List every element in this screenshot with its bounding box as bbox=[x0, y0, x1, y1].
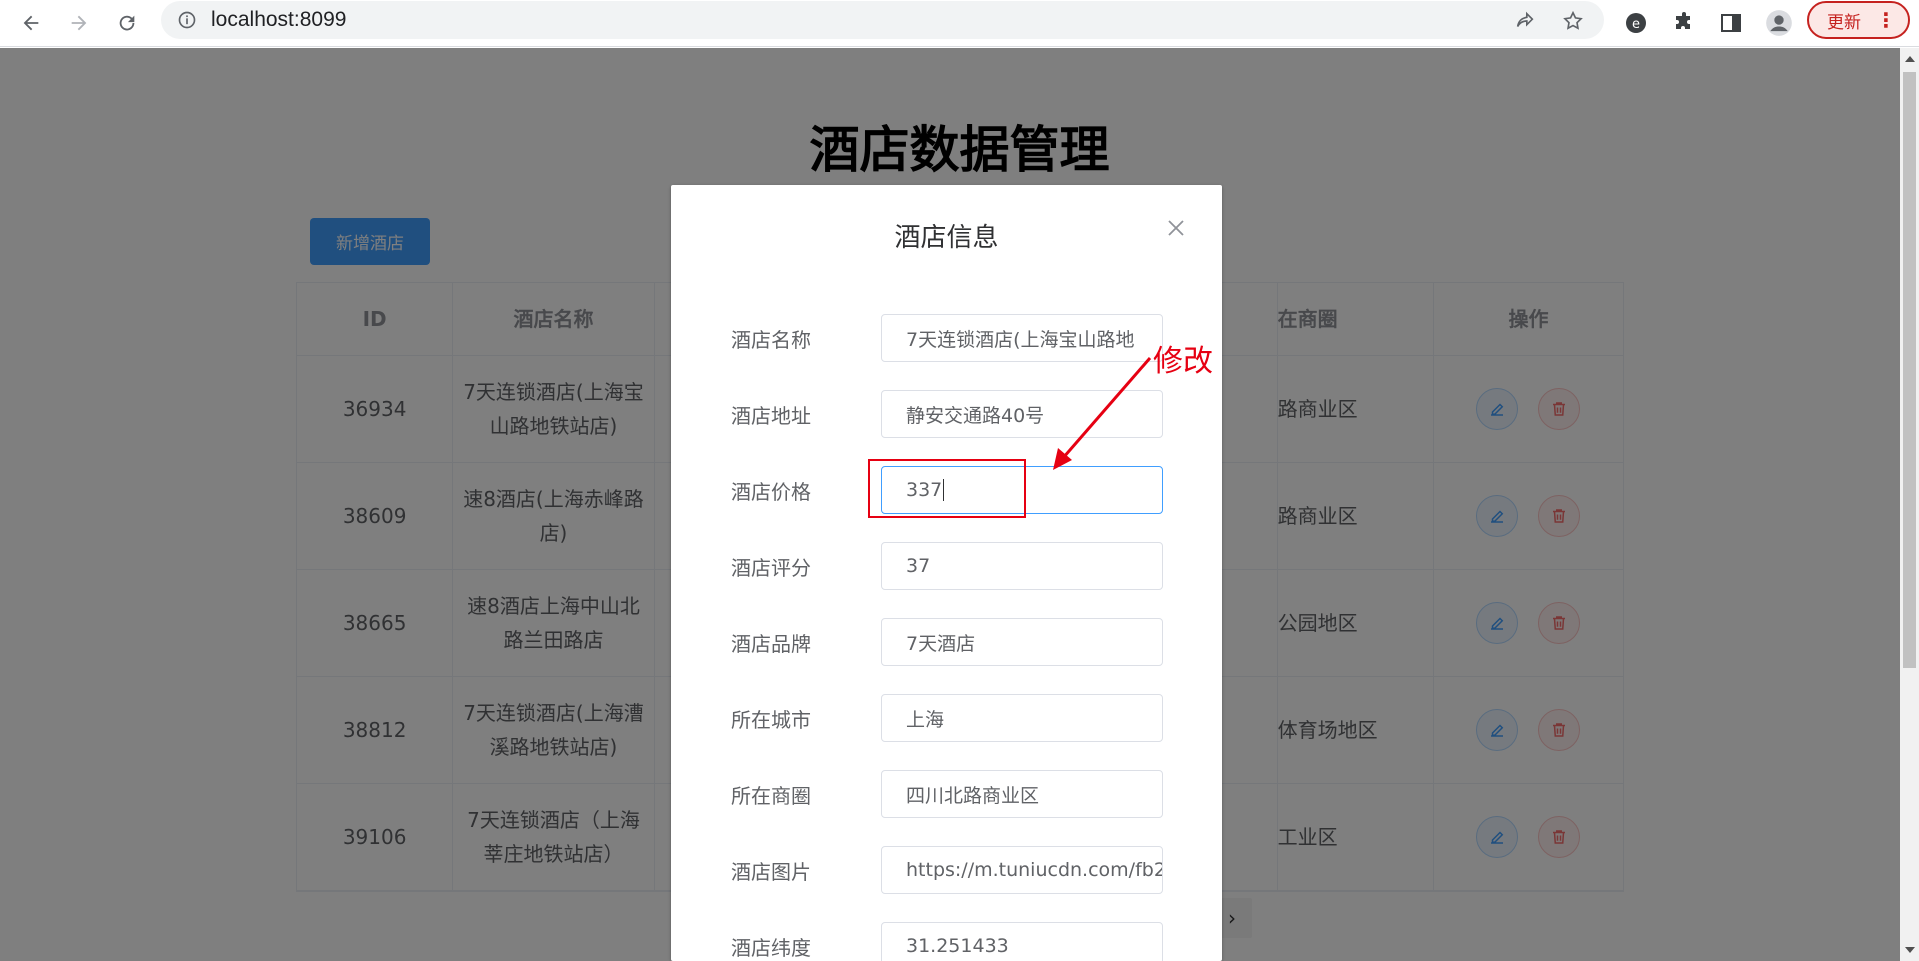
field-label: 酒店纬度 bbox=[731, 936, 811, 960]
page-scrollbar[interactable] bbox=[1900, 48, 1919, 961]
bookmark-star-icon[interactable] bbox=[1559, 7, 1587, 35]
hotel-brand-input[interactable]: 7天酒店 bbox=[881, 618, 1163, 666]
close-icon[interactable] bbox=[1166, 218, 1186, 238]
form-row-brand: 酒店品牌 7天酒店 bbox=[671, 618, 1222, 666]
update-label: 更新 bbox=[1827, 12, 1861, 33]
form-row-latitude: 酒店纬度 31.251433 bbox=[671, 922, 1222, 961]
extensions-puzzle-icon[interactable] bbox=[1667, 6, 1701, 40]
annotation-label: 修改 bbox=[1153, 344, 1213, 379]
scroll-down-icon[interactable] bbox=[1905, 947, 1915, 953]
field-label: 酒店评分 bbox=[731, 556, 811, 580]
dialog-title: 酒店信息 bbox=[894, 223, 999, 253]
url-text: localhost:8099 bbox=[211, 8, 347, 31]
scrollbar-thumb[interactable] bbox=[1903, 72, 1916, 668]
form-row-score: 酒店评分 37 bbox=[671, 542, 1222, 590]
scroll-up-icon[interactable] bbox=[1905, 56, 1915, 62]
menu-dots-icon[interactable]: ⋮ bbox=[1876, 10, 1896, 30]
hotel-info-dialog: 酒店信息 酒店名称 7天连锁酒店(上海宝山路地 酒店地址 静安交通路40号 酒店… bbox=[671, 185, 1222, 961]
annotation-highlight-box bbox=[868, 459, 1026, 518]
site-info-icon[interactable] bbox=[177, 10, 197, 30]
form-row-name: 酒店名称 7天连锁酒店(上海宝山路地 bbox=[671, 314, 1222, 362]
browser-toolbar: localhost:8099 e 更新 ⋮ bbox=[0, 0, 1919, 47]
hotel-city-input[interactable]: 上海 bbox=[881, 694, 1163, 742]
field-label: 酒店价格 bbox=[731, 480, 811, 504]
form-row-address: 酒店地址 静安交通路40号 bbox=[671, 390, 1222, 438]
field-label: 所在城市 bbox=[731, 708, 811, 732]
field-label: 酒店图片 bbox=[731, 860, 811, 884]
profile-avatar-icon[interactable] bbox=[1762, 6, 1796, 40]
update-button[interactable]: 更新 ⋮ bbox=[1807, 1, 1910, 39]
form-row-business: 所在商圈 四川北路商业区 bbox=[671, 770, 1222, 818]
form-row-city: 所在城市 上海 bbox=[671, 694, 1222, 742]
hotel-score-input[interactable]: 37 bbox=[881, 542, 1163, 590]
field-label: 所在商圈 bbox=[731, 784, 811, 808]
forward-icon[interactable] bbox=[62, 6, 96, 40]
back-icon[interactable] bbox=[14, 6, 48, 40]
field-label: 酒店地址 bbox=[731, 404, 811, 428]
share-icon[interactable] bbox=[1511, 7, 1539, 35]
side-panel-icon[interactable] bbox=[1714, 6, 1748, 40]
reload-icon[interactable] bbox=[110, 6, 144, 40]
extension-icon[interactable]: e bbox=[1619, 6, 1653, 40]
field-label: 酒店品牌 bbox=[731, 632, 811, 656]
form-row-image: 酒店图片 https://m.tuniucdn.com/fb2/ bbox=[671, 846, 1222, 894]
hotel-business-input[interactable]: 四川北路商业区 bbox=[881, 770, 1163, 818]
hotel-image-input[interactable]: https://m.tuniucdn.com/fb2/ bbox=[881, 846, 1163, 894]
hotel-name-input[interactable]: 7天连锁酒店(上海宝山路地 bbox=[881, 314, 1163, 362]
address-bar[interactable]: localhost:8099 bbox=[161, 1, 1604, 39]
hotel-latitude-input[interactable]: 31.251433 bbox=[881, 922, 1163, 961]
field-label: 酒店名称 bbox=[731, 328, 811, 352]
svg-text:e: e bbox=[1632, 17, 1640, 32]
hotel-address-input[interactable]: 静安交通路40号 bbox=[881, 390, 1163, 438]
